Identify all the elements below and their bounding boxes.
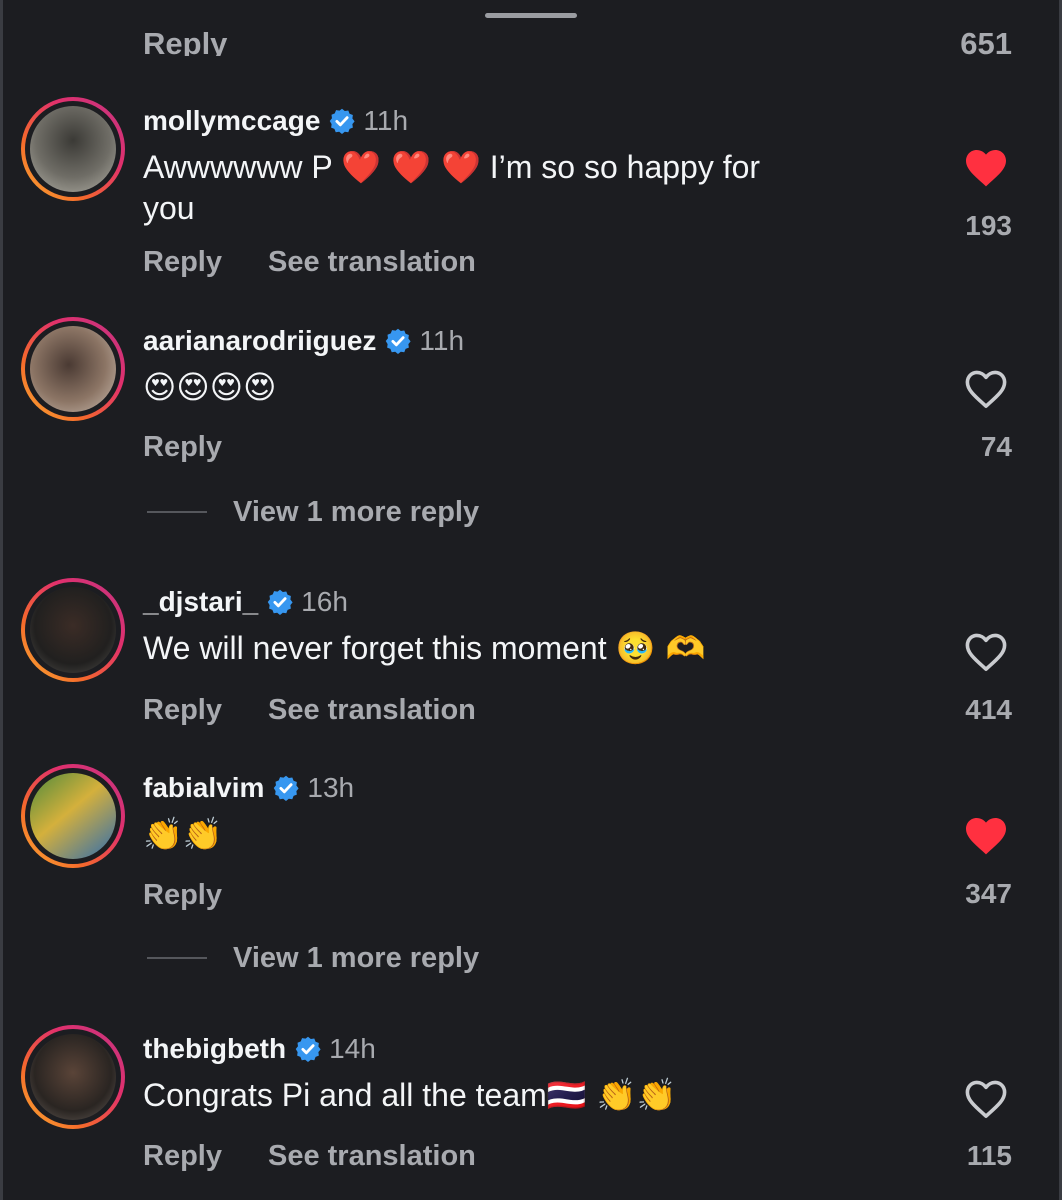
like-count: 193 [965, 210, 1012, 241]
thread-line [147, 957, 207, 959]
sheet-drag-handle[interactable] [485, 13, 577, 18]
previous-like-count: 651 [960, 26, 1012, 57]
heart-filled-icon[interactable] [962, 144, 1010, 192]
reply-button[interactable]: Reply [143, 879, 222, 912]
heart-filled-icon[interactable] [962, 812, 1010, 860]
comment-time: 13h [307, 772, 355, 803]
heart-eyes-emoji: 😍😍😍😍 [143, 368, 277, 406]
see-translation-button[interactable]: See translation [268, 694, 476, 727]
thai-flag-clapping-emoji: 🇹🇭 👏👏 [546, 1076, 677, 1114]
verified-badge-icon [274, 775, 299, 801]
see-translation-button[interactable]: See translation [268, 1140, 476, 1173]
clapping-hands-emoji: 👏👏 [143, 815, 223, 853]
like-count: 74 [980, 431, 1012, 462]
see-translation-button[interactable]: See translation [268, 246, 476, 279]
avatar[interactable] [21, 317, 125, 421]
comments-sheet: Reply 651 mollymccage 11h Awwwwww P ❤️ ❤… [0, 0, 1062, 1200]
avatar[interactable] [21, 764, 125, 868]
view-more-replies-button[interactable]: View 1 more reply [147, 494, 479, 530]
thread-line [147, 511, 207, 513]
reply-button[interactable]: Reply [143, 1140, 222, 1173]
comment-username[interactable]: _djstari_ [143, 586, 258, 618]
comment-time: 14h [329, 1033, 376, 1064]
comment-time: 16h [301, 586, 348, 617]
heart-emoji: ❤️ ❤️ ❤️ [340, 148, 481, 186]
verified-badge-icon [295, 1036, 321, 1062]
comment-text: 😍😍😍😍 [143, 367, 883, 408]
heart-outline-icon[interactable] [962, 365, 1010, 413]
heart-outline-icon[interactable] [962, 628, 1010, 676]
avatar[interactable] [21, 578, 125, 682]
reply-button[interactable]: Reply [143, 694, 222, 727]
verified-badge-icon [330, 108, 356, 134]
like-count: 414 [965, 694, 1012, 725]
comment-text: We will never forget this moment 🥹 🫶 [143, 629, 706, 667]
like-count: 115 [966, 1140, 1012, 1171]
comment-text: Awwwwww P ❤️ ❤️ ❤️ I’m so so happy for y… [143, 148, 761, 226]
comment-text: Congrats Pi and all the team🇹🇭 👏👏 [143, 1076, 677, 1114]
sheet-left-edge [0, 0, 3, 1200]
avatar[interactable] [21, 97, 125, 201]
like-count: 347 [965, 878, 1012, 909]
heart-outline-icon[interactable] [962, 1075, 1010, 1123]
previous-reply-button[interactable]: Reply [143, 24, 263, 57]
comment-text: 👏👏 [143, 814, 883, 855]
comment-username[interactable]: mollymccage [143, 105, 320, 137]
reply-button[interactable]: Reply [143, 246, 222, 279]
comment-username[interactable]: fabialvim [143, 772, 264, 804]
comment-time: 11h [419, 325, 465, 356]
verified-badge-icon [267, 589, 293, 615]
pleading-heart-hands-emoji: 🥹 🫶 [615, 629, 706, 667]
verified-badge-icon [386, 328, 412, 354]
comment-username[interactable]: thebigbeth [143, 1033, 286, 1065]
comment-username[interactable]: aarianarodriiguez [143, 325, 376, 357]
reply-button[interactable]: Reply [143, 431, 222, 464]
comment-time: 11h [363, 105, 409, 136]
avatar[interactable] [21, 1025, 125, 1129]
view-more-replies-button[interactable]: View 1 more reply [147, 940, 479, 976]
